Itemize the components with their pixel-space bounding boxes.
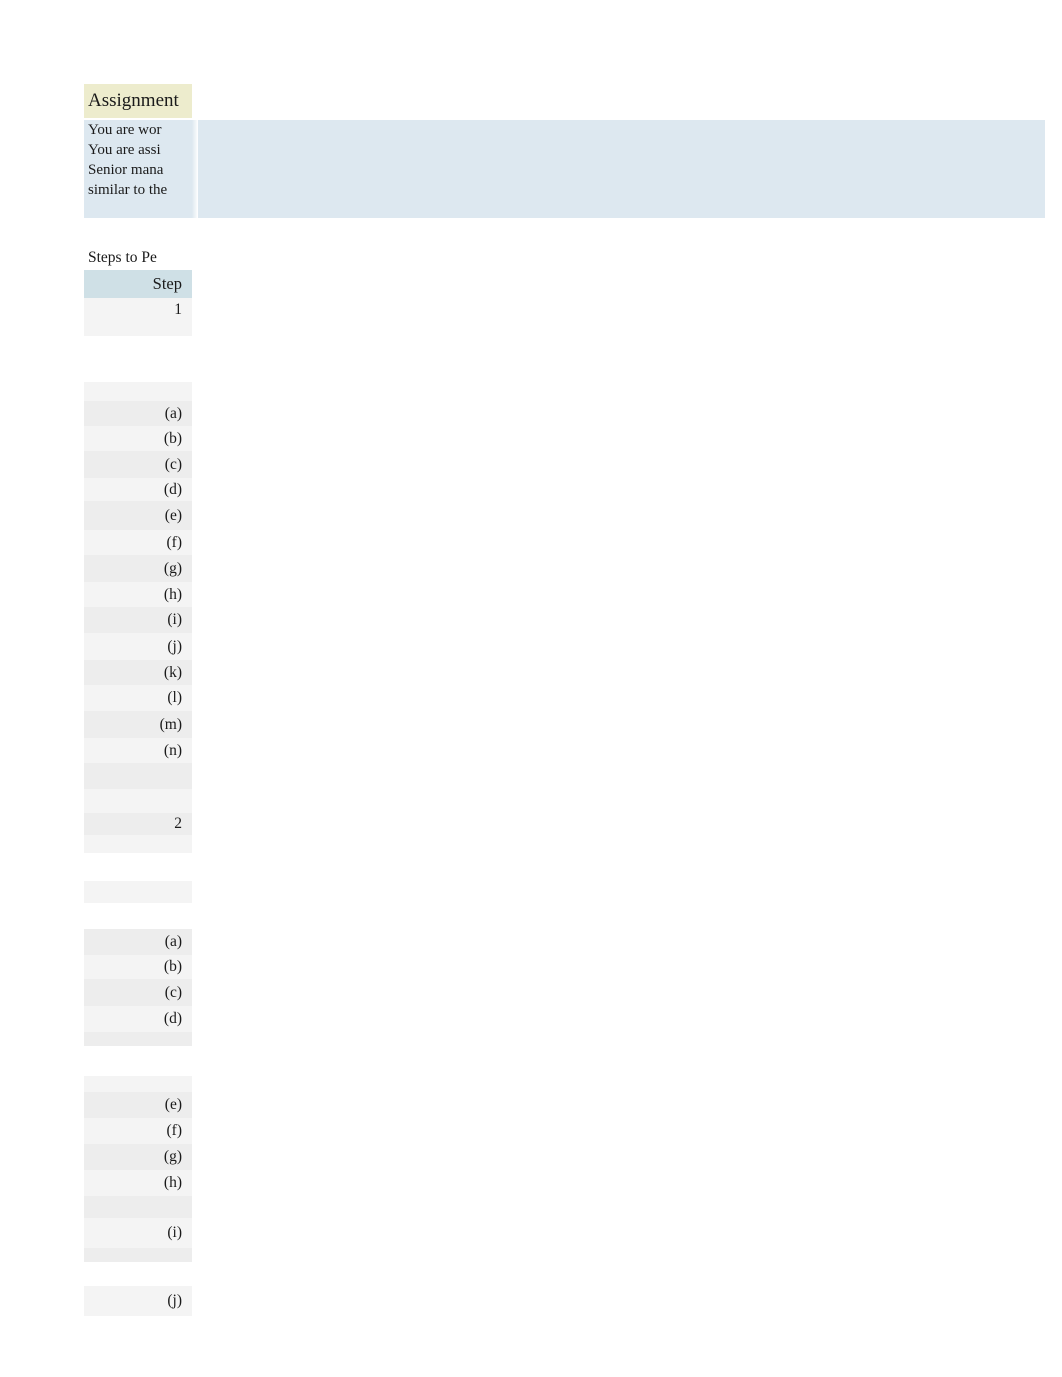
table-row-blank [84, 1032, 192, 1046]
table-row[interactable]: (f) [84, 530, 192, 555]
table-row[interactable]: (d) [84, 1006, 192, 1032]
table-row-blank [84, 1248, 192, 1262]
table-row[interactable]: (a) [84, 929, 192, 955]
table-row[interactable]: (g) [84, 1144, 192, 1170]
table-row[interactable]: (e) [84, 501, 192, 530]
table-row[interactable]: 1 [84, 298, 192, 322]
table-row[interactable]: (j) [84, 1286, 192, 1316]
page-banner-background [187, 120, 1045, 218]
column-clip-edge [192, 84, 198, 1284]
table-row-blank [84, 1046, 192, 1076]
intro-paragraph: You are wor You are assi Senior mana sim… [84, 120, 192, 218]
table-row[interactable]: (l) [84, 685, 192, 711]
worksheet-column: Assignment You are wor You are assi Seni… [84, 84, 192, 1316]
table-row-blank [84, 903, 192, 929]
table-row[interactable]: (n) [84, 738, 192, 763]
table-row-blank [84, 1262, 192, 1286]
table-body: 1 (a) (b) (c) (d) (e) (f) (g) (h) (i) (j) (k) (l) (m)… [84, 298, 192, 1316]
intro-line: Senior mana [84, 160, 192, 180]
table-row-blank [84, 1196, 192, 1218]
table-row[interactable]: (b) [84, 955, 192, 979]
table-row-blank [84, 853, 192, 881]
table-row[interactable]: (d) [84, 478, 192, 501]
table-row[interactable]: (b) [84, 426, 192, 451]
table-row[interactable]: (i) [84, 1218, 192, 1248]
intro-trailing-fill [84, 200, 192, 218]
intro-line: You are wor [84, 120, 192, 140]
table-row[interactable]: (e) [84, 1092, 192, 1118]
table-row[interactable]: (m) [84, 711, 192, 738]
table-row-blank [84, 382, 192, 401]
document-title: Assignment [84, 84, 192, 118]
table-row[interactable]: (c) [84, 451, 192, 478]
table-row-blank [84, 336, 192, 382]
table-row[interactable]: (c) [84, 979, 192, 1006]
table-column-header-step: Step [84, 270, 192, 298]
intro-line: You are assi [84, 140, 192, 160]
intro-line: similar to the [84, 180, 192, 200]
table-row[interactable]: (j) [84, 633, 192, 660]
table-row[interactable]: (k) [84, 660, 192, 685]
table-row-blank [84, 322, 192, 336]
section-label: Steps to Pe [84, 248, 192, 270]
table-row[interactable]: 2 [84, 813, 192, 835]
table-row[interactable]: (h) [84, 582, 192, 607]
table-row-blank [84, 881, 192, 903]
table-row-blank [84, 835, 192, 853]
table-row-blank [84, 789, 192, 813]
table-row[interactable]: (f) [84, 1118, 192, 1144]
table-row[interactable]: (a) [84, 401, 192, 426]
table-row-blank [84, 1076, 192, 1092]
table-row[interactable]: (i) [84, 607, 192, 633]
table-row[interactable]: (g) [84, 555, 192, 582]
table-row-blank [84, 763, 192, 789]
section-spacer [84, 218, 192, 248]
table-row[interactable]: (h) [84, 1170, 192, 1196]
